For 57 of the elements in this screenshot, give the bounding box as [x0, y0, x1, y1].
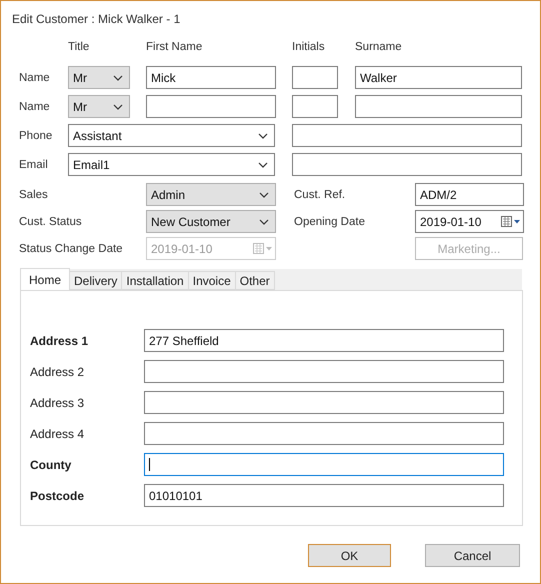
initials-field[interactable] [292, 95, 338, 118]
date-picker[interactable]: 2019-01-10 [415, 210, 524, 233]
field-label: Opening Date [294, 216, 366, 228]
chevron-down-icon [259, 218, 269, 224]
surname-field[interactable] [355, 95, 522, 118]
tab[interactable]: Delivery [70, 271, 122, 290]
chevron-down-icon [258, 132, 268, 138]
field-label: Cust. Status [19, 216, 83, 228]
address-field[interactable] [144, 391, 504, 414]
sales-dropdown[interactable]: Admin [146, 183, 276, 206]
field-label: Sales [19, 188, 49, 200]
chevron-down-icon [259, 192, 269, 198]
field-label: Cust. Ref. [294, 188, 346, 200]
dialog-button[interactable]: OK [308, 544, 391, 567]
contact-type-dropdown[interactable]: Email1 [68, 153, 275, 176]
address-field[interactable] [144, 360, 504, 383]
chevron-down-icon [113, 74, 123, 80]
field-label: Address 2 [30, 364, 86, 378]
field-label: Address 1 [30, 334, 90, 348]
surname-field[interactable]: Walker [355, 66, 522, 89]
dialog-button[interactable]: Cancel [425, 544, 520, 567]
column-header: Title [68, 41, 90, 55]
field-label: Name [19, 100, 51, 112]
window-title: Edit Customer : Mick Walker - 1 [11, 11, 182, 28]
field-label: Name [19, 72, 51, 84]
address-field[interactable] [144, 422, 504, 445]
contact-field[interactable] [292, 153, 522, 176]
field-label: Address 4 [30, 426, 86, 440]
tab[interactable]: Other [236, 271, 275, 290]
calendar-icon [253, 243, 273, 254]
title-dropdown[interactable]: Mr [68, 66, 130, 89]
address-field[interactable] [144, 453, 504, 476]
initials-field[interactable] [292, 66, 338, 89]
field-label: Status Change Date [19, 242, 124, 254]
first-name-field[interactable] [146, 95, 276, 118]
tab[interactable]: Installation [122, 271, 189, 290]
title-dropdown[interactable]: Mr [68, 95, 130, 118]
calendar-icon [501, 216, 521, 227]
status-dropdown[interactable]: New Customer [146, 210, 276, 233]
address-field[interactable]: 277 Sheffield [144, 329, 504, 352]
field-label: Postcode [30, 488, 86, 502]
field-label: County [30, 458, 72, 472]
contact-field[interactable] [292, 124, 522, 147]
contact-type-dropdown[interactable]: Assistant [68, 124, 275, 147]
tab[interactable]: Home [20, 268, 70, 290]
field-label: Email [19, 158, 49, 170]
field-label: Phone [19, 130, 54, 142]
first-name-field[interactable]: Mick [146, 66, 276, 89]
chevron-down-icon [113, 104, 123, 110]
column-header: Initials [292, 41, 326, 55]
column-header: Surname [355, 41, 403, 55]
address-field[interactable]: 01010101 [144, 484, 504, 507]
column-header: First Name [146, 41, 204, 55]
field-label: Address 3 [30, 396, 86, 410]
tab[interactable]: Invoice [188, 271, 236, 290]
cust-ref-field[interactable]: ADM/2 [415, 183, 524, 206]
chevron-down-icon [258, 162, 268, 168]
